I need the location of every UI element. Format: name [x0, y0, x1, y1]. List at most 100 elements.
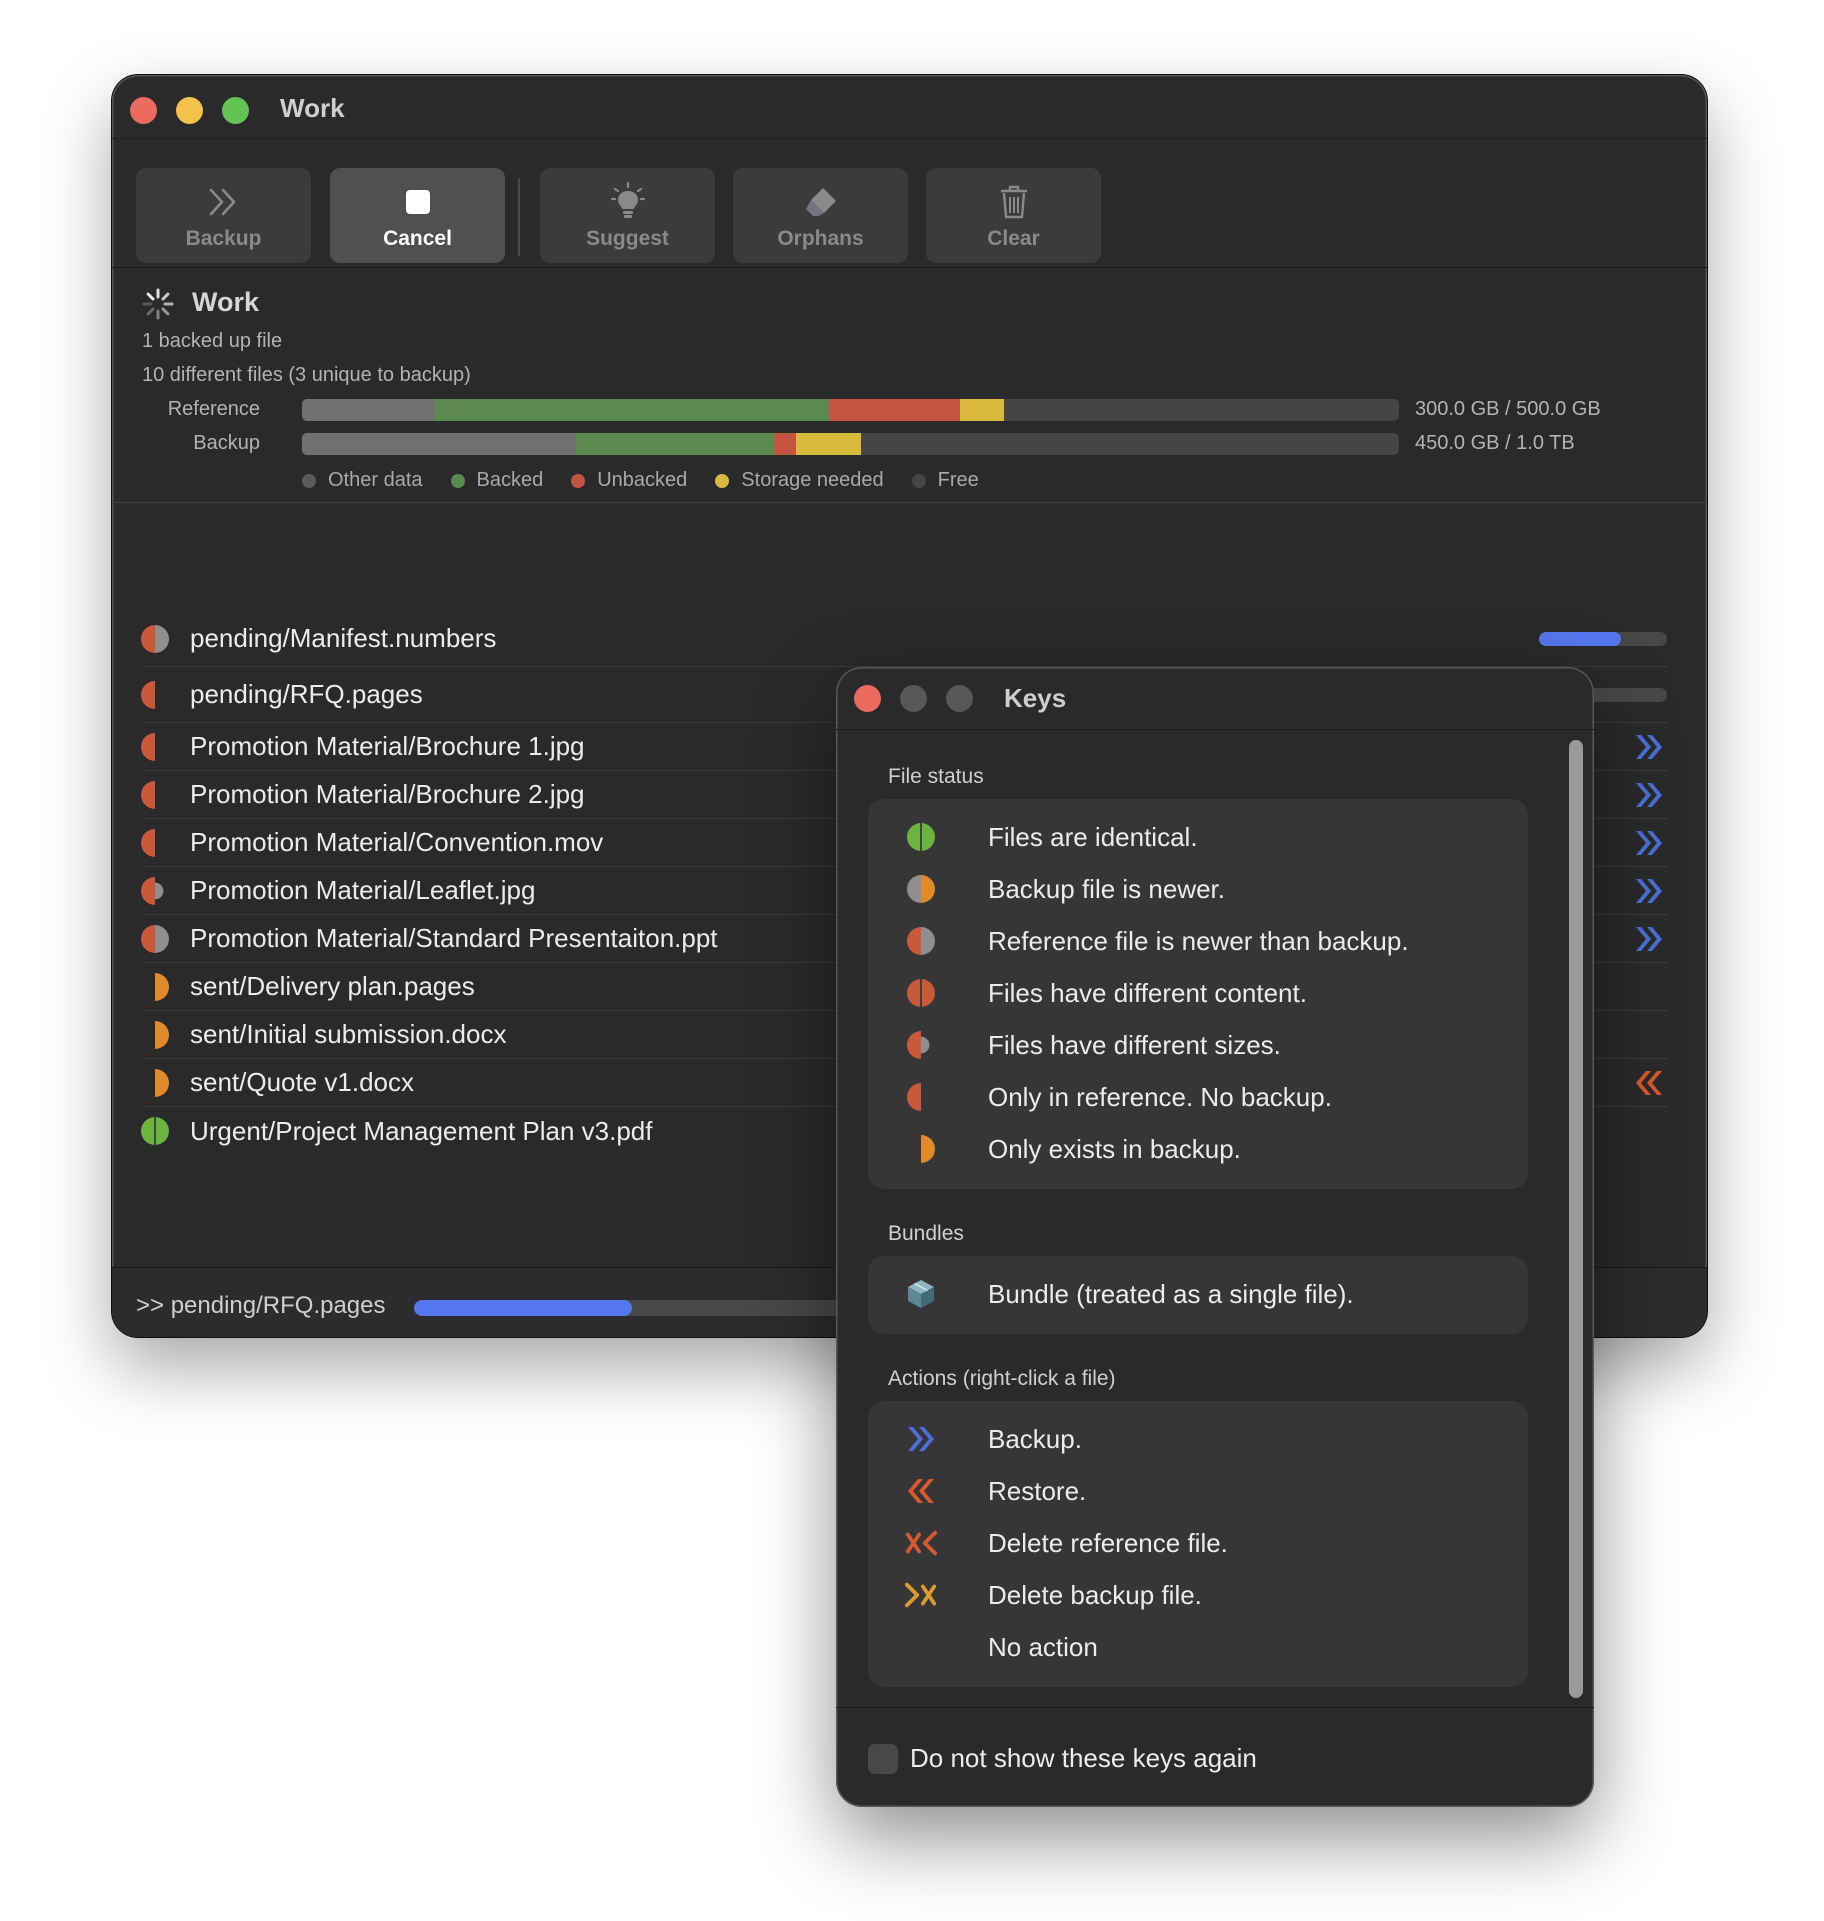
- window-title: Work: [280, 93, 345, 123]
- key-description: Delete backup file.: [988, 1579, 1202, 1610]
- key-description: Files are identical.: [988, 821, 1198, 852]
- only-ref-status-icon: [140, 780, 170, 810]
- file-progress-bar: [1539, 631, 1667, 646]
- key-description: No action: [988, 1631, 1098, 1662]
- legend-storage: Storage needed: [715, 469, 884, 492]
- only-backup-icon: [904, 1132, 938, 1166]
- key-row: Files have different sizes.: [868, 1019, 1528, 1071]
- hide-keys-label[interactable]: Do not show these keys again: [910, 1743, 1257, 1774]
- summary-title: Work: [192, 287, 260, 317]
- key-row: Only exists in backup.: [868, 1123, 1528, 1175]
- key-description: Backup file is newer.: [988, 873, 1226, 904]
- stop-icon: [405, 181, 431, 223]
- key-description: Delete reference file.: [988, 1527, 1228, 1558]
- cancel-button-label: Cancel: [383, 226, 452, 250]
- file-name: Promotion Material/Brochure 2.jpg: [190, 779, 585, 809]
- delete-backup-icon: [904, 1578, 938, 1612]
- usage-legend: Other data Backed Unbacked Storage neede…: [302, 469, 1007, 492]
- backup-action-icon[interactable]: [1633, 780, 1665, 810]
- key-row: Files are identical.: [868, 811, 1528, 863]
- key-row: Reference file is newer than backup.: [868, 915, 1528, 967]
- spinner-icon: [142, 288, 174, 320]
- bundles-group: Bundle (treated as a single file).: [868, 1256, 1528, 1334]
- bar-segment-backed: [576, 433, 774, 455]
- key-description: Bundle (treated as a single file).: [988, 1278, 1354, 1309]
- keys-title: Keys: [1004, 683, 1067, 713]
- only-backup-status-icon: [140, 1068, 170, 1098]
- double-chevron-right-icon: [207, 181, 241, 223]
- identical-icon: [904, 820, 938, 854]
- bar-segment-unbacked: [773, 433, 796, 455]
- backup-action-icon: [904, 1422, 938, 1456]
- key-row: Backup file is newer.: [868, 863, 1528, 915]
- suggest-button[interactable]: Suggest: [540, 168, 715, 263]
- only-ref-status-icon: [140, 828, 170, 858]
- backup-button-label: Backup: [185, 226, 262, 250]
- file-name: sent/Initial submission.docx: [190, 1019, 507, 1049]
- orphans-button-label: Orphans: [777, 226, 864, 250]
- file-name: Promotion Material/Standard Presentaiton…: [190, 923, 718, 953]
- bundle-icon: [904, 1277, 938, 1311]
- key-row: Files have different content.: [868, 967, 1528, 1019]
- only-backup-status-icon: [140, 972, 170, 1002]
- backup-action-icon[interactable]: [1633, 924, 1665, 954]
- restore-action-icon[interactable]: [1633, 1068, 1665, 1098]
- file-name: sent/Delivery plan.pages: [190, 971, 475, 1001]
- backup-bar-label: Backup: [193, 432, 260, 454]
- only-reference-icon: [904, 1080, 938, 1114]
- backup-button[interactable]: Backup: [136, 168, 311, 263]
- close-button[interactable]: [130, 97, 157, 124]
- bar-segment-storage: [795, 433, 862, 455]
- restore-action-icon: [904, 1474, 938, 1508]
- toolbar-separator: [518, 178, 520, 256]
- backup-usage-value: 450.0 GB / 1.0 TB: [1415, 432, 1575, 454]
- ref-newer-status-icon: [140, 624, 170, 654]
- minimize-button[interactable]: [176, 97, 203, 124]
- key-description: Only in reference. No backup.: [988, 1081, 1332, 1112]
- file-name: Promotion Material/Brochure 1.jpg: [190, 731, 585, 761]
- ref-newer-status-icon: [140, 924, 170, 954]
- status-current-file: >> pending/RFQ.pages: [136, 1292, 386, 1319]
- backup-usage-bar: [302, 433, 1399, 455]
- zoom-button[interactable]: [222, 97, 249, 124]
- backup-action-icon[interactable]: [1633, 828, 1665, 858]
- legend-other: Other data: [302, 469, 423, 492]
- legend-unbacked-label: Unbacked: [597, 469, 688, 491]
- reference-newer-icon: [904, 924, 938, 958]
- hide-keys-checkbox[interactable]: [868, 1744, 898, 1774]
- backup-action-icon[interactable]: [1633, 876, 1665, 906]
- trash-icon: [999, 181, 1029, 223]
- legend-storage-label: Storage needed: [741, 469, 884, 491]
- keys-close-button[interactable]: [854, 685, 881, 712]
- different-content-icon: [904, 976, 938, 1010]
- keys-minimize-button: [900, 685, 927, 712]
- key-row: Delete reference file.: [868, 1517, 1528, 1569]
- eraser-icon: [803, 181, 839, 223]
- title-bar[interactable]: Work: [112, 75, 1707, 138]
- bar-segment-backed: [433, 399, 829, 421]
- cancel-button[interactable]: Cancel: [330, 168, 505, 263]
- backup-action-icon[interactable]: [1633, 732, 1665, 762]
- file-name: Promotion Material/Leaflet.jpg: [190, 875, 536, 905]
- file-name: sent/Quote v1.docx: [190, 1067, 415, 1097]
- file-name: Promotion Material/Convention.mov: [190, 827, 604, 857]
- different-sizes-icon: [904, 1028, 938, 1062]
- file-name: pending/RFQ.pages: [190, 679, 423, 709]
- only-ref-status-icon: [140, 680, 170, 710]
- different-files-count: 10 different files (3 unique to backup): [142, 364, 471, 386]
- reference-usage-bar: [302, 399, 1399, 421]
- different-sizes-status-icon: [140, 876, 170, 906]
- file-status-header: File status: [888, 765, 984, 788]
- file-row[interactable]: pending/Manifest.numbers: [140, 611, 1667, 667]
- key-row: Backup.: [868, 1413, 1528, 1465]
- key-description: Files have different sizes.: [988, 1029, 1281, 1060]
- suggest-button-label: Suggest: [586, 226, 669, 250]
- clear-button[interactable]: Clear: [926, 168, 1101, 263]
- orphans-button[interactable]: Orphans: [733, 168, 908, 263]
- key-row: Bundle (treated as a single file).: [868, 1268, 1528, 1320]
- keys-scrollbar-thumb[interactable]: [1569, 740, 1583, 1698]
- backup-newer-icon: [904, 872, 938, 906]
- key-description: Restore.: [988, 1475, 1087, 1506]
- bundles-header: Bundles: [888, 1222, 964, 1245]
- bar-segment-other: [302, 433, 577, 455]
